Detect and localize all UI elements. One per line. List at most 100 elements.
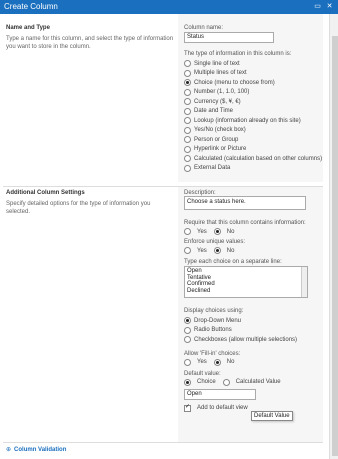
type-option-label: Date and Time [194, 108, 234, 115]
type-option[interactable]: Calculated (calculation based on other c… [184, 154, 324, 164]
type-option-label: Calculated (calculation based on other c… [194, 155, 323, 162]
type-option-label: Choice (menu to choose from) [194, 79, 275, 86]
choices-textarea[interactable]: Open Tentative Confirmed Declined [184, 266, 308, 298]
display-option[interactable]: Drop-Down Menu [184, 316, 324, 326]
default-choice-radio[interactable] [184, 378, 191, 386]
unique-no-label: No [226, 247, 235, 254]
type-option-label: Lookup (information already on this site… [194, 117, 301, 124]
type-option[interactable]: Choice (menu to choose from) [184, 78, 324, 88]
choices-label: Type each choice on a separate line: [184, 259, 282, 265]
fillin-label: Allow 'Fill-in' choices: [184, 350, 241, 357]
maximize-icon[interactable]: ▭ [313, 2, 322, 11]
display-option[interactable]: Checkboxes (allow multiple selections) [184, 335, 324, 345]
fillin-yes-radio[interactable] [184, 358, 191, 366]
type-option[interactable]: Lookup (information already on this site… [184, 116, 324, 126]
display-radio[interactable] [184, 317, 191, 325]
display-radio[interactable] [184, 326, 191, 334]
type-option-label: Single line of text [194, 60, 240, 67]
additional-description: Specify detailed options for the type of… [6, 201, 151, 215]
name-type-title: Name and Type [6, 25, 50, 31]
fillin-no-label: No [226, 359, 235, 365]
additional-title: Additional Column Settings [6, 190, 85, 196]
type-radio[interactable] [184, 126, 191, 134]
require-no-label: No [226, 228, 235, 235]
default-value-tooltip: Default Value [251, 411, 293, 421]
type-option-label: Number (1, 1.0, 100) [194, 89, 250, 96]
type-label: The type of information in this column i… [184, 51, 292, 57]
type-radio[interactable] [184, 107, 191, 115]
choices-list: Open Tentative Confirmed Declined [187, 268, 305, 294]
type-option[interactable]: Date and Time [184, 107, 324, 117]
type-radio[interactable] [184, 79, 191, 87]
type-radio[interactable] [184, 117, 191, 125]
default-choice-label: Choice [197, 379, 216, 385]
display-option-label: Radio Buttons [194, 327, 232, 334]
name-type-description: Type a name for this column, and select … [6, 36, 174, 50]
type-option[interactable]: Number (1, 1.0, 100) [184, 88, 324, 98]
require-label: Require that this column contains inform… [184, 220, 306, 226]
display-label: Display choices using: [184, 308, 244, 314]
fillin-yes-label: Yes [197, 359, 207, 365]
type-option-label: Hyperlink or Picture [194, 146, 247, 153]
type-option[interactable]: Person or Group [184, 135, 324, 145]
type-radio[interactable] [184, 164, 191, 172]
type-radio[interactable] [184, 60, 191, 68]
dialog-body: Name and Type Type a name for this colum… [0, 14, 338, 459]
type-radio[interactable] [184, 145, 191, 153]
display-option[interactable]: Radio Buttons [184, 326, 324, 336]
display-option-label: Checkboxes (allow multiple selections) [194, 336, 298, 343]
default-type-options: Choice Calculated Value [184, 378, 324, 386]
require-options: Yes No [184, 228, 324, 235]
display-option-label: Drop-Down Menu [194, 317, 242, 324]
textarea-scrollbar[interactable] [301, 267, 307, 297]
type-radio[interactable] [184, 155, 191, 163]
column-name-input[interactable]: Status [184, 32, 274, 43]
type-option[interactable]: Single line of text [184, 59, 324, 69]
require-yes-radio[interactable] [184, 228, 191, 235]
type-option[interactable]: External Data [184, 164, 324, 174]
add-to-view-label: Add to default view [197, 405, 248, 411]
display-radio[interactable] [184, 336, 191, 344]
column-validation-row[interactable]: ⊕ Column Validation [6, 446, 66, 454]
type-radio[interactable] [184, 98, 191, 106]
scrollbar-thumb[interactable] [332, 36, 338, 456]
unique-no-radio[interactable] [213, 247, 221, 254]
type-option-label: Currency ($, ¥, €) [194, 98, 241, 105]
close-icon[interactable]: ✕ [325, 2, 334, 11]
type-option-label: Multiple lines of text [194, 70, 247, 77]
display-options: Drop-Down Menu Radio Buttons Checkboxes (a… [184, 316, 324, 345]
type-option[interactable]: Hyperlink or Picture [184, 145, 324, 155]
require-no-radio[interactable] [213, 228, 221, 235]
description-input[interactable]: Choose a status here. [184, 196, 306, 210]
column-validation-link[interactable]: Column Validation [14, 447, 66, 453]
type-radio[interactable] [184, 136, 191, 144]
type-option-label: Yes/No (check box) [194, 127, 246, 134]
require-yes-label: Yes [197, 228, 207, 235]
window-scrollbar[interactable] [329, 14, 338, 459]
window-title: Create Column [4, 2, 58, 11]
default-value-input[interactable]: Open [184, 388, 256, 400]
section-divider-bottom [3, 442, 323, 443]
unique-yes-radio[interactable] [184, 247, 191, 254]
expand-icon[interactable]: ⊕ [6, 446, 11, 453]
fillin-options: Yes No [184, 358, 324, 366]
column-name-label: Column name: [184, 25, 224, 31]
type-radio[interactable] [184, 88, 191, 96]
type-radio[interactable] [184, 69, 191, 77]
add-to-view-checkbox[interactable] [184, 403, 191, 412]
default-calculated-radio[interactable] [222, 378, 230, 386]
unique-options: Yes No [184, 247, 324, 254]
type-option-label: Person or Group [194, 136, 239, 143]
unique-yes-label: Yes [197, 247, 207, 254]
default-calculated-label: Calculated Value [235, 379, 281, 385]
type-option-label: External Data [194, 165, 231, 172]
fillin-no-radio[interactable] [213, 358, 221, 366]
type-option[interactable]: Yes/No (check box) [184, 126, 324, 136]
unique-label: Enforce unique values: [184, 239, 246, 245]
default-label: Default value: [184, 370, 221, 377]
type-option[interactable]: Currency ($, ¥, €) [184, 97, 324, 107]
window-titlebar: Create Column ▭ ✕ [0, 0, 338, 14]
type-options: Single line of text Multiple lines of tex… [184, 59, 324, 173]
choice-line: Declined [187, 287, 211, 294]
type-option[interactable]: Multiple lines of text [184, 69, 324, 79]
